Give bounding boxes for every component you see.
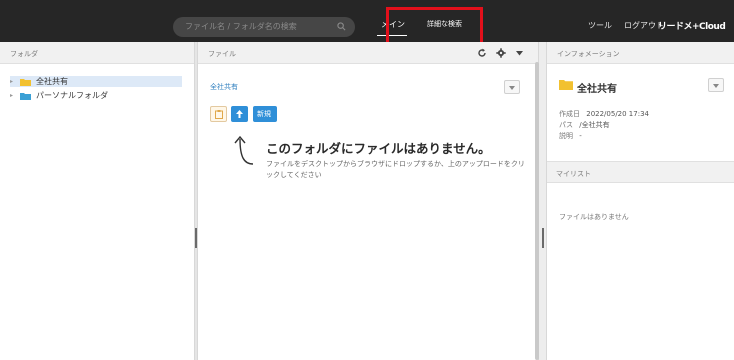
search-box[interactable]: ファイル名 / フォルダ名の検索 (173, 17, 355, 37)
search-input[interactable]: ファイル名 / フォルダ名の検索 (185, 21, 297, 32)
folder-pane-title: フォルダ (10, 50, 38, 58)
arrow-up-icon (236, 110, 243, 118)
breadcrumb[interactable]: 全社共有 (210, 82, 238, 92)
info-pane-title: インフォメーション (557, 50, 620, 58)
meta-created-value: 2022/05/20 17:34 (586, 110, 649, 118)
new-button[interactable]: 新規 (253, 106, 277, 122)
search-icon[interactable] (337, 22, 346, 31)
folder-icon (559, 80, 573, 90)
file-pane: ファイル 全社共有 新規 このフォルダにファイルはありません。 ファイルをデスク… (197, 42, 539, 360)
meta-description-label: 説明 (559, 132, 573, 140)
info-folder-name: 全社共有 (577, 84, 617, 95)
folder-icon (20, 92, 31, 100)
tree-item-personal-folder[interactable]: ▸ パーソナルフォルダ (10, 90, 182, 101)
tools-menu[interactable]: ツール (588, 20, 612, 31)
clipboard-icon (215, 110, 223, 119)
tree-item-label: パーソナルフォルダ (36, 91, 108, 100)
gear-icon[interactable] (496, 48, 506, 58)
info-pane: インフォメーション 全社共有 作成日 2022/05/20 17:34 パス /… (546, 42, 734, 360)
meta-description-value: - (579, 132, 582, 140)
info-pane-header: インフォメーション (547, 42, 734, 64)
caret-down-icon[interactable] (516, 51, 523, 56)
breadcrumb-menu-button[interactable] (504, 80, 520, 94)
top-bar: ファイル名 / フォルダ名の検索 メイン 詳細な検索 ツール ログアウト リード… (0, 0, 734, 42)
expand-icon[interactable]: ▸ (10, 78, 20, 85)
empty-state-description: ファイルをデスクトップからブラウザにドロップするか、上のアップロードをクリックし… (266, 160, 525, 179)
file-pane-header: ファイル (198, 42, 538, 64)
tree-item-company-shared[interactable]: ▸ 全社共有 (10, 76, 182, 87)
tree-item-label: 全社共有 (36, 77, 68, 86)
file-pane-title: ファイル (208, 50, 236, 58)
splitter-handle[interactable] (542, 228, 544, 248)
app-logo: リードメ+Cloud (658, 22, 726, 32)
new-button-label: 新規 (257, 110, 271, 118)
meta-path-label: パス (559, 121, 573, 129)
folder-pane: フォルダ ▸ 全社共有 ▸ パーソナルフォルダ (0, 42, 195, 360)
mylist-title: マイリスト (556, 170, 591, 178)
mylist-header: マイリスト (547, 161, 734, 183)
meta-description: 説明 - (559, 131, 582, 141)
folder-icon (20, 78, 31, 86)
pane-splitter[interactable] (539, 42, 546, 360)
mylist-empty-text: ファイルはありません (559, 213, 629, 221)
info-menu-button[interactable] (708, 78, 724, 92)
meta-created: 作成日 2022/05/20 17:34 (559, 109, 649, 119)
refresh-icon[interactable] (477, 48, 487, 58)
upload-arrow-button[interactable] (231, 106, 248, 122)
meta-path-value: /全社共有 (579, 121, 610, 129)
meta-created-label: 作成日 (559, 110, 580, 118)
curved-arrow-icon (234, 135, 254, 165)
folder-pane-header: フォルダ (0, 42, 194, 64)
meta-path: パス /全社共有 (559, 120, 610, 130)
empty-state-title: このフォルダにファイルはありません。 (266, 141, 491, 156)
expand-icon[interactable]: ▸ (10, 92, 20, 99)
upload-button[interactable] (210, 106, 227, 122)
